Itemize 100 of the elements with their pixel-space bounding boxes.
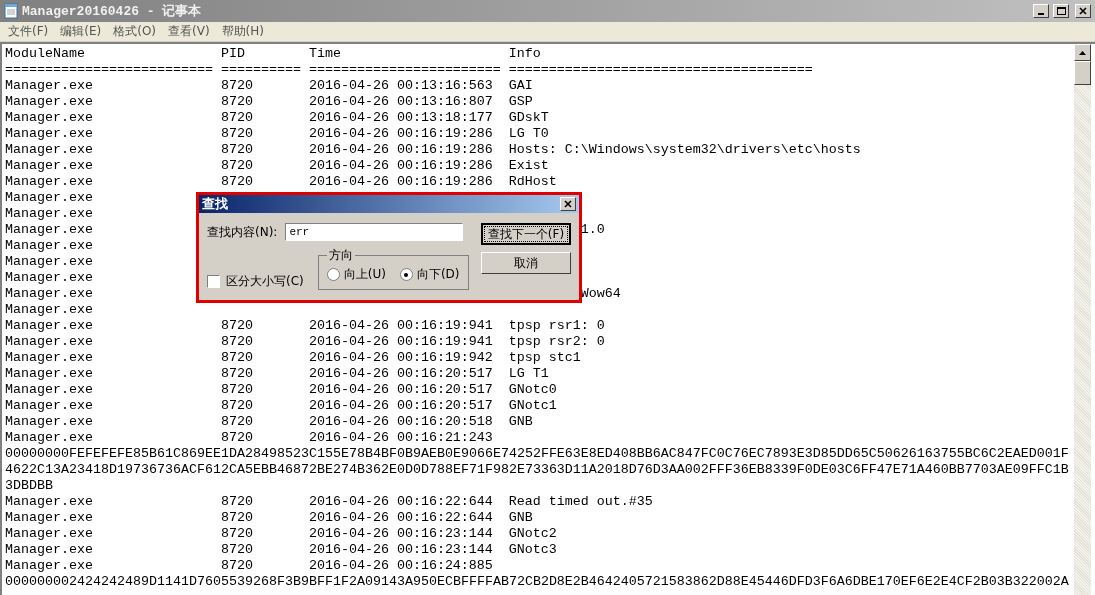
pid: 8720 — [220, 350, 253, 365]
close-button[interactable] — [560, 197, 576, 211]
cancel-button[interactable]: 取消 — [481, 252, 571, 274]
info-text: GNB — [508, 510, 533, 526]
timestamp: 2016-04-26 00:16:19:286 — [308, 158, 493, 173]
pid: 8720 — [220, 494, 253, 509]
info-text: tpsp rsr1: 0 — [508, 318, 605, 334]
module-name: Manager.exe — [5, 174, 93, 189]
module-name: Manager.exe — [5, 222, 93, 237]
column-header: Info — [508, 46, 541, 61]
info-text: Exist — [508, 158, 549, 174]
module-name: Manager.exe — [5, 286, 93, 301]
separator-text: ========================== — [5, 62, 213, 77]
module-name: Manager.exe — [5, 398, 93, 413]
match-case-checkbox[interactable]: 区分大小写(C) — [207, 273, 304, 290]
radio-label: 向下(D) — [416, 266, 460, 283]
pid: 8720 — [220, 542, 253, 557]
info-text: Hosts: C:\Windows\system32\drivers\etc\hosts — [508, 142, 861, 158]
module-name: Manager.exe — [5, 334, 93, 349]
info-text: 1.0 — [580, 222, 605, 238]
module-name: Manager.exe — [5, 270, 93, 285]
menu-item[interactable]: 查看(V) — [162, 23, 216, 40]
column-header: PID — [220, 46, 245, 61]
maximize-icon — [1056, 7, 1066, 15]
menu-item[interactable]: 文件(F) — [2, 23, 55, 40]
maximize-button[interactable] — [1053, 4, 1069, 18]
timestamp: 2016-04-26 00:16:22:644 — [308, 510, 493, 525]
find-next-button[interactable]: 查找下一个(F) — [481, 223, 571, 245]
separator-text: ======================== — [308, 62, 501, 77]
module-name: Manager.exe — [5, 318, 93, 333]
timestamp: 2016-04-26 00:16:23:144 — [308, 526, 493, 541]
close-icon — [564, 200, 572, 208]
pid: 8720 — [220, 142, 253, 157]
radio-button[interactable] — [399, 268, 413, 281]
module-name: Manager.exe — [5, 414, 93, 429]
checkbox-box[interactable] — [207, 275, 220, 288]
menu-item[interactable]: 帮助(H) — [215, 23, 270, 40]
timestamp: 2016-04-26 00:16:19:942 — [308, 350, 493, 365]
module-name: Manager.exe — [5, 142, 93, 157]
timestamp: 2016-04-26 00:16:20:517 — [308, 382, 493, 397]
menu-item[interactable]: 格式(O) — [107, 23, 163, 40]
pid: 8720 — [220, 414, 253, 429]
pid: 8720 — [220, 430, 253, 445]
module-name: Manager.exe — [5, 510, 93, 525]
scroll-up-button[interactable] — [1074, 44, 1091, 61]
timestamp: 2016-04-26 00:16:19:286 — [308, 142, 493, 157]
vertical-scrollbar[interactable] — [1074, 44, 1091, 595]
text-line: 00000000FEFEFEFE85B61C869EE1DA28498523C155E78B4BF0B9AEB0E9066E74252FFE63E8ED408BB6AC847FC0C76EC7893E3D85DD65C50626163755BC6C2EAED001F — [5, 446, 1069, 462]
module-name: Manager.exe — [5, 94, 93, 109]
notepad-icon — [4, 3, 18, 19]
pid: 8720 — [220, 174, 253, 189]
info-text: LG T0 — [508, 126, 549, 142]
module-name: Manager.exe — [5, 542, 93, 557]
module-name: Manager.exe — [5, 78, 93, 93]
info-text: tpsp rsr2: 0 — [508, 334, 605, 350]
module-name: Manager.exe — [5, 238, 93, 253]
pid: 8720 — [220, 558, 253, 573]
timestamp: 2016-04-26 00:16:19:941 — [308, 334, 493, 349]
timestamp: 2016-04-26 00:16:19:941 — [308, 318, 493, 333]
menu-item[interactable]: 编辑(E) — [54, 23, 108, 40]
info-text: GNotc3 — [508, 542, 557, 558]
pid: 8720 — [220, 110, 253, 125]
pid: 8720 — [220, 398, 253, 413]
timestamp: 2016-04-26 00:16:20:518 — [308, 414, 493, 429]
info-text: GSP — [508, 94, 533, 110]
timestamp: 2016-04-26 00:13:16:807 — [308, 94, 493, 109]
timestamp: 2016-04-26 00:16:19:286 — [308, 174, 493, 189]
text-line: 3DBDBB — [5, 478, 53, 494]
info-text: tpsp stc1 — [508, 350, 581, 366]
timestamp: 2016-04-26 00:16:23:144 — [308, 542, 493, 557]
module-name: Manager.exe — [5, 430, 93, 445]
module-name: Manager.exe — [5, 158, 93, 173]
field-label: 查找内容(N): — [207, 223, 278, 241]
module-name: Manager.exe — [5, 366, 93, 381]
text-line: 4622C13A23418D19736736ACF612CA5EBB46872BE274B362E0D0D788EF71F982E73363D11A2018D76D3AA002FFF36EB8339F0DE03C6FF47E71A460BB7703AE09FFC1B — [5, 462, 1069, 478]
timestamp: 2016-04-26 00:16:21:243 — [308, 430, 493, 445]
module-name: Manager.exe — [5, 382, 93, 397]
radio-label: 向上(U) — [343, 266, 386, 283]
timestamp: 2016-04-26 00:13:18:177 — [308, 110, 493, 125]
scroll-thumb[interactable] — [1074, 61, 1091, 85]
find-field[interactable]: err — [285, 223, 464, 241]
module-name: Manager.exe — [5, 254, 93, 269]
info-text: GNB — [508, 414, 533, 430]
info-text: GNotc2 — [508, 526, 557, 542]
close-icon — [1079, 7, 1087, 15]
close-button[interactable] — [1075, 4, 1091, 18]
module-name: Manager.exe — [5, 526, 93, 541]
radio-button[interactable] — [326, 268, 340, 281]
info-text: Wow64 — [580, 286, 621, 302]
info-text: LG T1 — [508, 366, 549, 382]
window-title: Manager20160426 - 记事本 — [22, 3, 203, 20]
separator-text: ========== — [220, 62, 301, 77]
module-name: Manager.exe — [5, 302, 93, 317]
pid: 8720 — [220, 78, 253, 93]
info-text: GDskT — [508, 110, 549, 126]
pid: 8720 — [220, 366, 253, 381]
pid: 8720 — [220, 510, 253, 525]
module-name: Manager.exe — [5, 350, 93, 365]
minimize-button[interactable] — [1033, 4, 1049, 18]
dialog-title: 查找 — [202, 195, 228, 213]
